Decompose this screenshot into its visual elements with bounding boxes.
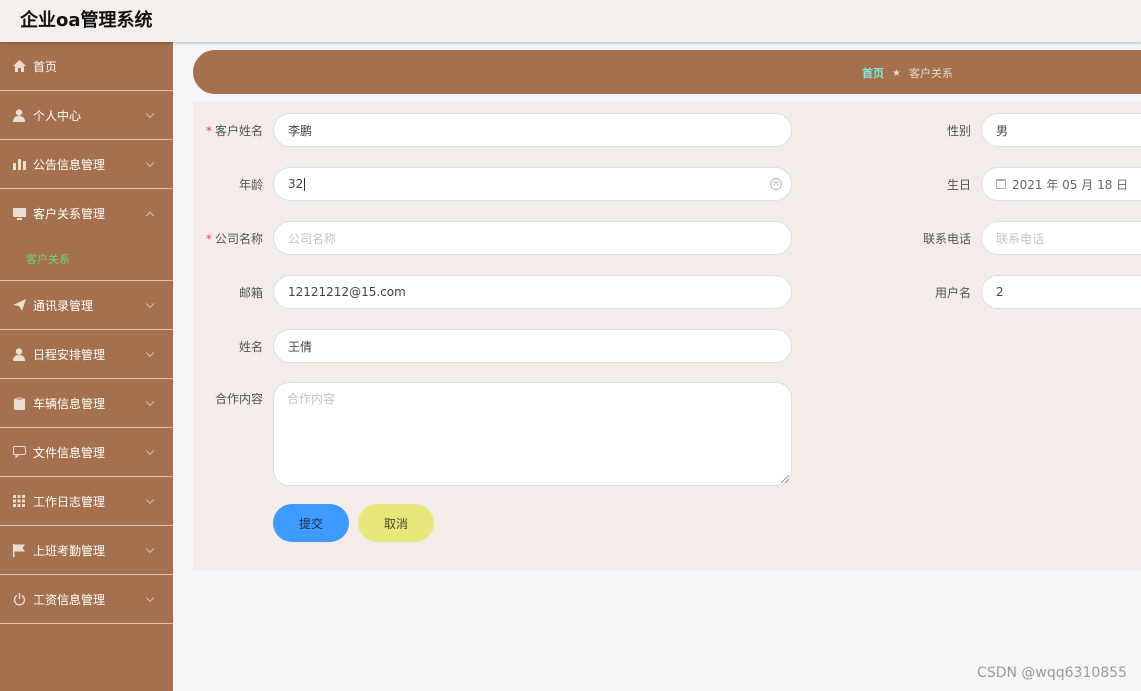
- chevron-down-icon: [145, 299, 155, 309]
- required-mark: *: [205, 124, 212, 138]
- user-icon: [12, 347, 26, 361]
- required-mark: *: [205, 232, 212, 246]
- gender-label: 性别: [946, 124, 971, 138]
- breadcrumb-home-link[interactable]: 首页: [862, 65, 884, 81]
- submenu-item-customer-relations[interactable]: 客户关系: [0, 238, 173, 281]
- sidebar-item-label: 首页: [33, 59, 58, 74]
- cancel-button[interactable]: 取消: [358, 504, 434, 542]
- sidebar-item-label: 通讯录管理: [33, 298, 94, 313]
- breadcrumb: 首页 ★ 客户关系: [862, 65, 953, 81]
- bar-chart-icon: [12, 157, 26, 171]
- username-label: 用户名: [934, 286, 971, 300]
- sidebar-item-home[interactable]: 首页: [0, 42, 173, 91]
- phone-input[interactable]: 联系电话: [981, 221, 1141, 255]
- username-input[interactable]: 2: [981, 275, 1141, 309]
- chevron-down-icon: [145, 446, 155, 456]
- calendar-icon: [996, 179, 1006, 189]
- sidebar-item-profile[interactable]: 个人中心: [0, 91, 173, 140]
- chevron-down-icon: [145, 348, 155, 358]
- clipboard-icon: [12, 396, 26, 410]
- chevron-down-icon: [145, 158, 155, 168]
- breadcrumb-separator-icon: ★: [892, 67, 901, 79]
- sidebar-item-label: 个人中心: [33, 108, 82, 123]
- top-bar: 企业oa管理系统: [0, 0, 1141, 42]
- sidebar-item-label: 文件信息管理: [33, 445, 106, 460]
- chevron-up-icon: [145, 211, 155, 220]
- clear-icon[interactable]: ×: [770, 178, 782, 190]
- sidebar-item-contacts[interactable]: 通讯录管理: [0, 281, 173, 330]
- customer-name-label: * 客户姓名: [205, 124, 263, 138]
- chevron-down-icon: [145, 495, 155, 505]
- chat-icon: [12, 445, 26, 459]
- sidebar-item-schedule[interactable]: 日程安排管理: [0, 330, 173, 379]
- submenu-item-label: 客户关系: [26, 253, 70, 266]
- chevron-down-icon: [145, 109, 155, 119]
- chevron-down-icon: [145, 593, 155, 603]
- email-input[interactable]: 12121212@15.com: [273, 275, 792, 309]
- cooperation-label: 合作内容: [214, 392, 263, 406]
- customer-form: * 客户姓名 李鹏 性别 男 年龄 32 × 生日 2021 年 05 月 18 …: [193, 102, 1141, 570]
- sidebar-item-salary[interactable]: 工资信息管理: [0, 575, 173, 624]
- customer-name-input[interactable]: 李鹏: [273, 113, 792, 147]
- breadcrumb-bar: 首页 ★ 客户关系: [193, 50, 1141, 94]
- email-label: 邮箱: [238, 286, 263, 300]
- sidebar-item-label: 客户关系管理: [33, 207, 106, 221]
- chevron-down-icon: [145, 544, 155, 554]
- phone-label: 联系电话: [922, 232, 971, 246]
- age-input[interactable]: 32 ×: [273, 167, 792, 201]
- sidebar-item-vehicles[interactable]: 车辆信息管理: [0, 379, 173, 428]
- sidebar-item-label: 公告信息管理: [33, 157, 106, 172]
- text-caret: [304, 177, 306, 191]
- sidebar-item-files[interactable]: 文件信息管理: [0, 428, 173, 477]
- send-icon: [12, 298, 26, 312]
- resize-handle-icon[interactable]: [781, 475, 789, 483]
- sidebar-item-notices[interactable]: 公告信息管理: [0, 140, 173, 189]
- name-label: 姓名: [238, 340, 263, 354]
- sidebar-item-attendance[interactable]: 上班考勤管理: [0, 526, 173, 575]
- monitor-icon: [12, 207, 26, 221]
- main-content: 首页 ★ 客户关系 * 客户姓名 李鹏 性别 男 年龄 32 × 生日 2021 …: [193, 50, 1141, 570]
- sidebar-item-label: 工作日志管理: [33, 494, 106, 509]
- sidebar-item-label: 工资信息管理: [33, 592, 106, 607]
- watermark: CSDN @wqq6310855: [977, 665, 1127, 681]
- birthday-datepicker[interactable]: 2021 年 05 月 18 日: [981, 167, 1141, 201]
- sidebar-item-label: 车辆信息管理: [33, 396, 106, 411]
- user-icon: [12, 108, 26, 122]
- sidebar-item-worklog[interactable]: 工作日志管理: [0, 477, 173, 526]
- breadcrumb-current: 客户关系: [908, 67, 953, 80]
- company-label: * 公司名称: [205, 232, 263, 246]
- gender-select[interactable]: 男: [981, 113, 1141, 147]
- sidebar: 首页 个人中心 公告信息管理 客户关系管理 客户关系 通讯录管理 日程安排管理 …: [0, 42, 173, 691]
- cooperation-textarea[interactable]: 合作内容: [273, 382, 792, 486]
- sidebar-item-label: 上班考勤管理: [33, 543, 106, 558]
- grid-icon: [12, 494, 26, 508]
- birthday-label: 生日: [946, 178, 971, 192]
- chevron-down-icon: [145, 397, 155, 407]
- flag-icon: [12, 543, 26, 557]
- home-icon: [12, 59, 26, 73]
- sidebar-item-label: 日程安排管理: [33, 347, 106, 362]
- name-input[interactable]: 王倩: [273, 329, 792, 363]
- power-icon: [12, 592, 26, 606]
- submit-button[interactable]: 提交: [273, 504, 349, 542]
- company-input[interactable]: 公司名称: [273, 221, 792, 255]
- age-label: 年龄: [238, 178, 263, 192]
- app-title: 企业oa管理系统: [20, 10, 153, 31]
- sidebar-item-customers[interactable]: 客户关系管理: [0, 189, 173, 238]
